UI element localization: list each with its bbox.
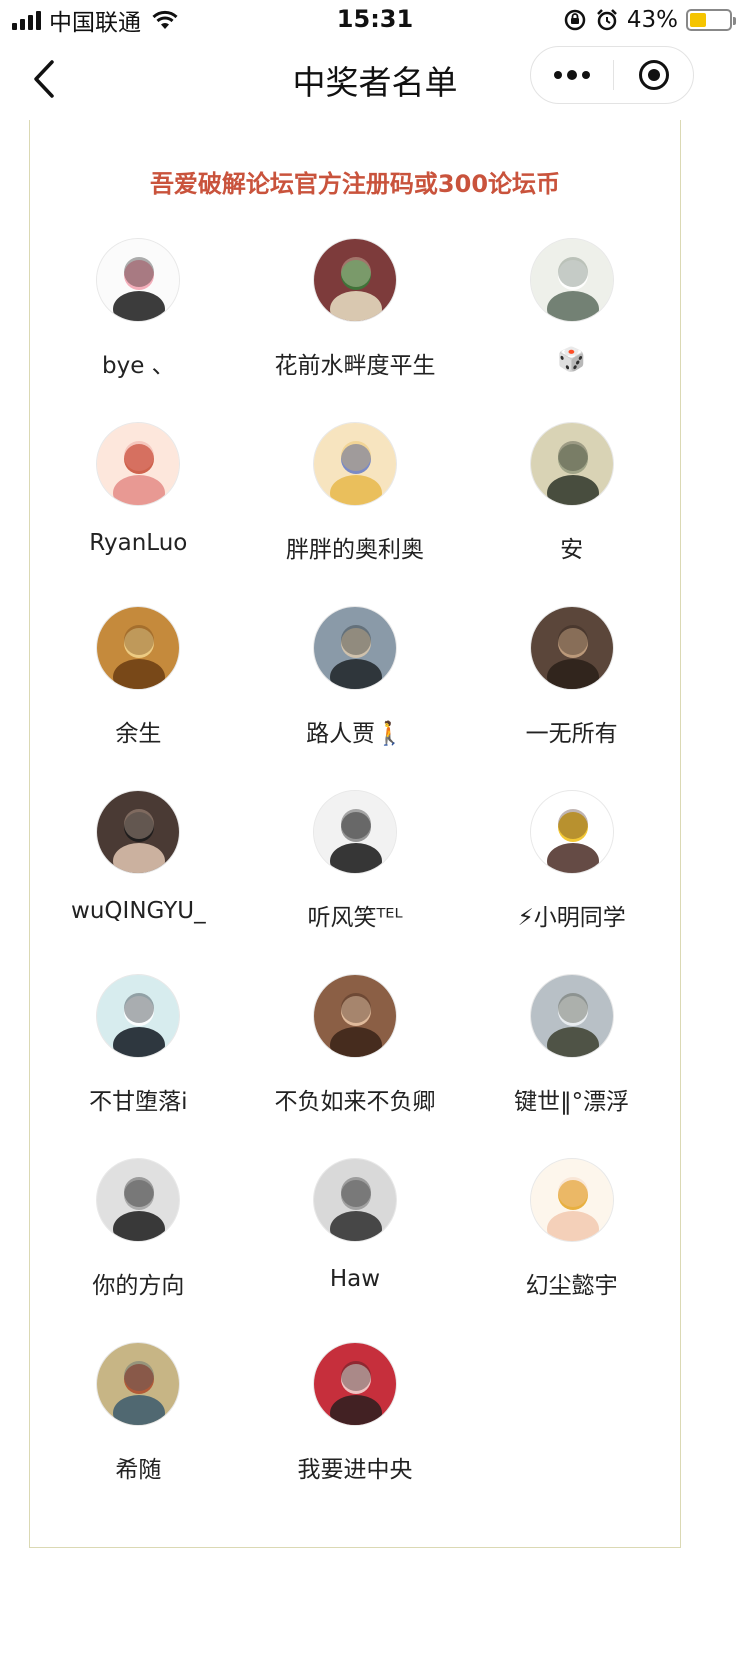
avatar-image (530, 607, 613, 689)
rotation-lock-icon (564, 9, 586, 31)
winner-name: 🎲 (557, 347, 586, 373)
battery-percent: 43% (626, 7, 678, 33)
target-circle-icon (639, 60, 669, 90)
prize-title: 吾爱破解论坛官方注册码或300论坛币 (149, 170, 561, 198)
winner-name: 幻尘懿宇 (525, 1273, 618, 1299)
winner-name: 花前水畔度平生 (274, 353, 436, 379)
avatar-image (97, 1343, 180, 1425)
winner-name: 余生 (115, 721, 162, 747)
bottom-area (0, 1548, 750, 1660)
avatar (96, 974, 181, 1058)
winners-panel: 吾爱破解论坛官方注册码或300论坛币 bye 、 花前水畔度平生 🎲 RyanLuo 胖… (29, 120, 681, 1548)
avatar (529, 1158, 614, 1242)
more-button[interactable] (531, 47, 613, 103)
avatar-image (530, 1159, 613, 1241)
winner-name: 路人贾🚶 (306, 721, 404, 747)
avatar-image (530, 423, 613, 505)
avatar-image (313, 239, 396, 321)
winner-item[interactable]: 安 (463, 422, 680, 606)
alarm-icon (596, 9, 617, 31)
avatar (96, 238, 181, 322)
winner-name: 键世‖°漂浮 (514, 1089, 630, 1115)
avatar (96, 606, 181, 690)
avatar (96, 1158, 181, 1242)
winner-name: 你的方向 (92, 1273, 185, 1299)
winner-name: 不负如来不负卿 (274, 1089, 436, 1115)
winner-name: 希随 (115, 1457, 162, 1483)
avatar (312, 422, 397, 506)
winner-item[interactable]: 不甘堕落i (30, 974, 247, 1158)
winner-item[interactable]: 幻尘懿宇 (463, 1158, 680, 1342)
more-dots-icon (554, 71, 562, 79)
winner-name: 不甘堕落i (89, 1089, 188, 1115)
winner-name: Haw (329, 1266, 381, 1292)
winners-grid: bye 、 花前水畔度平生 🎲 RyanLuo 胖胖的奥利奥 安余生 路人贾🚶 一无所有 wuQ… (30, 238, 680, 1526)
avatar-image (97, 1159, 180, 1241)
avatar (529, 238, 614, 322)
winner-item[interactable]: 希随 (30, 1342, 247, 1526)
winner-item[interactable]: RyanLuo (30, 422, 247, 606)
avatar-image (313, 1159, 396, 1241)
avatar-image (530, 975, 613, 1057)
winner-item[interactable]: 余生 (30, 606, 247, 790)
winner-item[interactable]: 不负如来不负卿 (247, 974, 464, 1158)
battery-icon (686, 9, 736, 31)
avatar-image (97, 791, 180, 873)
winner-name: ⚡小明同学 (517, 905, 626, 931)
winner-name: wuQINGYU_ (71, 898, 206, 924)
winner-name: bye 、 (101, 353, 175, 379)
avatar (312, 1158, 397, 1242)
winner-item[interactable]: 一无所有 (463, 606, 680, 790)
winner-item[interactable]: bye 、 (30, 238, 247, 422)
winner-item[interactable]: 我要进中央 (247, 1342, 464, 1526)
avatar (312, 1342, 397, 1426)
winner-item[interactable]: Haw (247, 1158, 464, 1342)
avatar (312, 606, 397, 690)
winner-name: 我要进中央 (297, 1457, 413, 1483)
status-bar-right: 43% (563, 6, 736, 34)
avatar-image (97, 239, 180, 321)
nav-bar: 中奖者名单 (0, 40, 750, 120)
avatar-image (313, 1343, 396, 1425)
avatar (529, 422, 614, 506)
winner-item[interactable]: 🎲 (463, 238, 680, 422)
avatar-image (530, 791, 613, 873)
winner-item[interactable]: 键世‖°漂浮 (463, 974, 680, 1158)
avatar-image (313, 607, 396, 689)
winner-item[interactable]: 路人贾🚶 (247, 606, 464, 790)
winner-item[interactable]: wuQINGYU_ (30, 790, 247, 974)
avatar-image (530, 239, 613, 321)
avatar (529, 974, 614, 1058)
avatar-image (313, 791, 396, 873)
avatar (312, 790, 397, 874)
close-miniprogram-button[interactable] (614, 47, 694, 103)
winner-item[interactable]: 花前水畔度平生 (247, 238, 464, 422)
avatar (529, 606, 614, 690)
status-bar: 中国联通 15:31 43% (0, 0, 750, 40)
winner-item[interactable]: 你的方向 (30, 1158, 247, 1342)
winner-item[interactable]: 听风笑ᵀᴱᴸ (247, 790, 464, 974)
miniprogram-capsule (530, 46, 694, 104)
avatar (312, 238, 397, 322)
winner-name: 听风笑ᵀᴱᴸ (307, 905, 403, 931)
winner-name: 胖胖的奥利奥 (285, 537, 424, 563)
avatar-image (313, 975, 396, 1057)
winner-name: 安 (560, 537, 584, 563)
avatar-image (97, 423, 180, 505)
winner-name: RyanLuo (89, 530, 188, 556)
winner-name: 一无所有 (525, 721, 618, 747)
avatar (96, 1342, 181, 1426)
avatar (312, 974, 397, 1058)
battery-fill (690, 13, 706, 27)
avatar-image (97, 975, 180, 1057)
avatar-image (313, 423, 396, 505)
avatar-image (97, 607, 180, 689)
avatar (529, 790, 614, 874)
winner-item[interactable]: ⚡小明同学 (463, 790, 680, 974)
avatar (96, 790, 181, 874)
avatar (96, 422, 181, 506)
winner-item[interactable]: 胖胖的奥利奥 (247, 422, 464, 606)
